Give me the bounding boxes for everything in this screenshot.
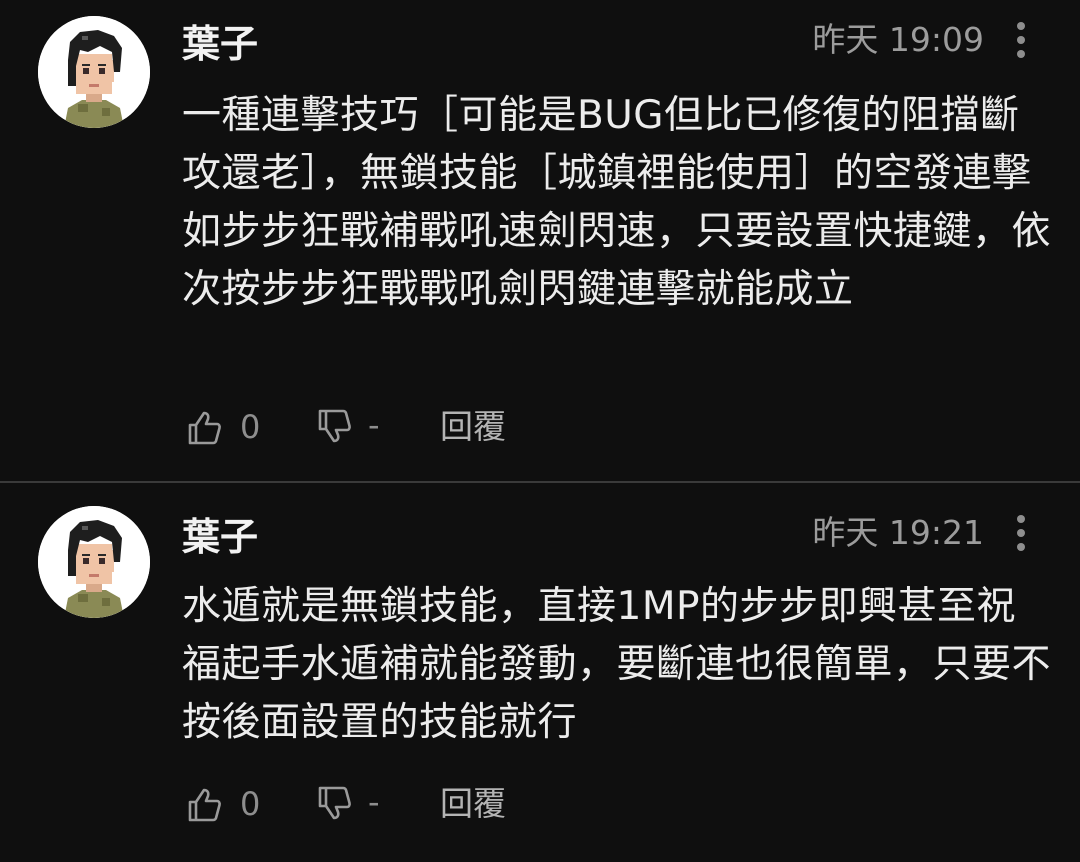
like-button[interactable]	[184, 407, 224, 447]
thumbs-down-icon	[318, 786, 351, 820]
like-count: 0	[240, 408, 261, 446]
dislike-button[interactable]	[314, 784, 354, 824]
dislike-count: -	[368, 783, 380, 821]
username[interactable]: 葉子	[182, 22, 258, 66]
avatar[interactable]	[38, 506, 150, 618]
comment-text: 水遁就是無鎖技能，直接1MP的步步即興甚至祝福起手水遁補就能發動，要斷連也很簡單…	[182, 584, 1052, 745]
username[interactable]: 葉子	[182, 515, 258, 559]
avatar[interactable]	[38, 16, 150, 128]
more-options-button[interactable]	[1004, 18, 1038, 62]
comment-actions: 0 - 回覆	[182, 780, 582, 828]
dislike-button[interactable]	[314, 407, 354, 447]
vertical-dots-icon	[1017, 22, 1025, 58]
reply-button[interactable]: 回覆	[440, 782, 506, 826]
like-button[interactable]	[184, 784, 224, 824]
reply-button[interactable]: 回覆	[440, 405, 506, 449]
comment-item: 葉子 昨天 19:09 一種連擊技巧［可能是BUG但比已修復的阻擋斷攻還老］，無…	[0, 0, 1080, 481]
thumbs-down-icon	[318, 409, 351, 443]
pixel-character-avatar-icon	[38, 16, 150, 128]
dislike-count: -	[368, 406, 380, 444]
timestamp: 昨天 19:09	[812, 20, 984, 59]
timestamp: 昨天 19:21	[812, 513, 984, 552]
comment-actions: 0 - 回覆	[182, 403, 582, 451]
thumbs-up-icon	[188, 788, 221, 822]
thumbs-up-icon	[188, 411, 221, 445]
comment-text: 一種連擊技巧［可能是BUG但比已修復的阻擋斷攻還老］，無鎖技能［城鎮裡能使用］的…	[182, 93, 1052, 312]
vertical-dots-icon	[1017, 515, 1025, 551]
pixel-character-avatar-icon	[38, 506, 150, 618]
more-options-button[interactable]	[1004, 511, 1038, 555]
like-count: 0	[240, 785, 261, 823]
comment-item: 葉子 昨天 19:21 水遁就是無鎖技能，直接1MP的步步即興甚至祝福起手水遁補…	[0, 483, 1080, 862]
